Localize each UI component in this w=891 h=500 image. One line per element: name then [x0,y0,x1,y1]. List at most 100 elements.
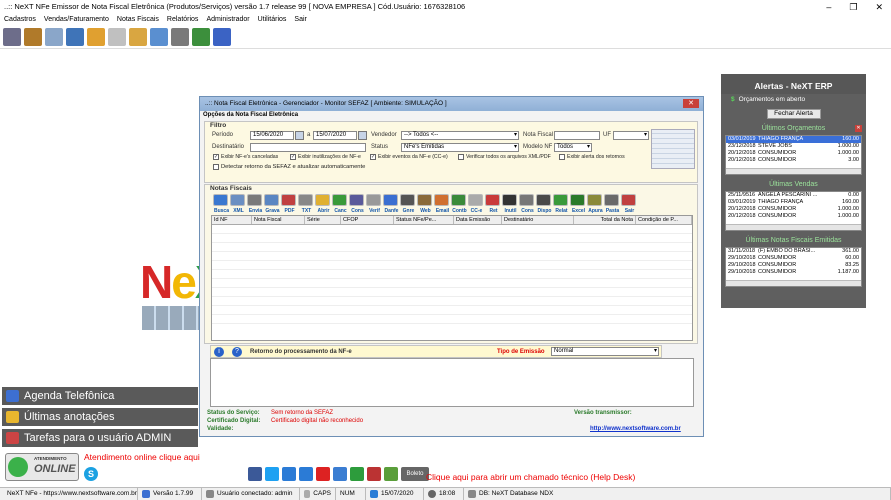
action-xml-icon[interactable] [230,194,245,206]
destinatario-field[interactable] [250,143,366,152]
action-label[interactable]: Canc [332,208,349,214]
action-pdf-icon[interactable] [281,194,296,206]
dialog-close-button[interactable]: ✕ [683,99,699,108]
col-cfop[interactable]: CFOP [341,216,394,224]
twitter-icon[interactable] [265,467,279,481]
table-row[interactable] [212,315,692,324]
boleto-icon[interactable]: Boleto [401,467,429,481]
chk-detectar[interactable]: Detectar retorno da SEFAZ e atualizar au… [213,164,365,170]
action-txt-icon[interactable] [298,194,313,206]
chk-inutilizacoes[interactable]: ✓ Exibir inutilizações de NF-e [290,154,361,160]
help-desk-link[interactable]: Clique aqui para abrir um chamado técnic… [426,472,635,482]
action-email-icon[interactable] [434,194,449,206]
atendimento-online-link[interactable]: Atendimento online clique aqui [84,452,200,462]
action-envia-icon[interactable] [247,194,262,206]
action-label[interactable]: Web [417,208,434,214]
action-label[interactable]: TXT [298,208,315,214]
table-row[interactable] [212,261,692,270]
list-item[interactable]: 23/12/2018 STEVE JOBS 1.000.00 [726,143,861,150]
chart-icon[interactable] [192,27,210,46]
action-excel-icon[interactable] [570,194,585,206]
col-data-emissao[interactable]: Data Emissão [454,216,502,224]
help-icon[interactable] [213,27,231,46]
action-cons-icon[interactable] [519,194,534,206]
col-total[interactable]: Total da Nota [574,216,636,224]
horizontal-scrollbar[interactable] [726,224,861,230]
table-row[interactable] [212,288,692,297]
action-canc-icon[interactable] [332,194,347,206]
action-abrir-icon[interactable] [315,194,330,206]
action-sair-icon[interactable] [621,194,636,206]
action-pasta-icon[interactable] [604,194,619,206]
table-row[interactable] [212,270,692,279]
action-busca-icon[interactable] [213,194,228,206]
table-row[interactable] [212,297,692,306]
action-label[interactable]: Verif [366,208,383,214]
maximize-button[interactable]: ❐ [849,0,857,14]
network-icon[interactable] [299,467,313,481]
nfe-icon[interactable] [150,27,168,46]
table-row[interactable] [212,234,692,243]
minimize-button[interactable]: – [826,0,831,14]
action-apura-icon[interactable] [587,194,602,206]
col-destinatario[interactable]: Destinatário [502,216,574,224]
document-icon[interactable] [108,27,126,46]
action-label[interactable]: Danfe [383,208,400,214]
table-row[interactable] [212,306,692,315]
menu-sair[interactable]: Sair [294,14,306,25]
chat-bubble-icon[interactable] [333,467,347,481]
delivery-icon[interactable] [24,27,42,46]
list-item[interactable]: 20/12/2018 CONSUMIDOR 1.000.00 [726,150,861,157]
close-icon[interactable]: ✕ [855,125,862,132]
list-item[interactable]: 03/01/2019 THIAGO FRANÇA 160.00 [726,136,861,143]
skype-icon[interactable]: S [84,467,98,481]
action-label[interactable]: Gnre [400,208,417,214]
action-label[interactable]: Sair [621,208,638,214]
tarefas-panel[interactable]: Tarefas para o usuário ADMIN [2,429,198,447]
nota-fiscal-field[interactable] [554,131,600,140]
retorno-text-area[interactable] [210,358,694,407]
col-nota-fiscal[interactable]: Nota Fiscal [252,216,305,224]
list-item[interactable]: 29/10/2018 CONSUMIDOR 83.25 [726,262,861,269]
menu-vendas[interactable]: Vendas/Faturamento [44,14,109,25]
menu-notas-fiscais[interactable]: Notas Fiscais [117,14,159,25]
table-row[interactable] [212,252,692,261]
agenda-telefonica-panel[interactable]: Agenda Telefônica [2,387,198,405]
list-item[interactable]: 31/11/2018 (F) EMBO DO BRASI... 361.00 [726,248,861,255]
action-label[interactable]: CC-e [468,208,485,214]
table-row[interactable] [212,243,692,252]
chk-eventos[interactable]: ✓ Exibir eventos da NF-e (CC-e) [370,154,448,160]
box-icon[interactable] [129,27,147,46]
chk-alerta[interactable]: Exibir alerta dos retornos [559,154,625,160]
action-label[interactable]: Cons [349,208,366,214]
action-verif-icon[interactable] [366,194,381,206]
action-label[interactable]: Dispo [536,208,553,214]
action-contb-icon[interactable] [451,194,466,206]
action-label[interactable]: Envia [247,208,264,214]
action-label[interactable]: Grava [264,208,281,214]
vendedor-select[interactable]: --> Todos <-- [401,131,519,140]
horizontal-scrollbar[interactable] [726,168,861,174]
list-item[interactable]: 03/01/2019 THIAGO FRANÇA 160.00 [726,199,861,206]
menu-administrador[interactable]: Administrador [206,14,249,25]
action-label[interactable]: Pasta [604,208,621,214]
date-from-field[interactable]: 15/06/2020 [250,131,294,140]
atendimento-online-badge[interactable]: ATENDIMENTO ONLINE [5,453,79,481]
calculator-icon[interactable] [45,27,63,46]
users-icon[interactable] [3,27,21,46]
col-serie[interactable]: Série [305,216,341,224]
action-grava-icon[interactable] [264,194,279,206]
chk-canceladas[interactable]: ✓ Exibir NF-e's canceladas [213,154,278,160]
action-label[interactable]: Ret [485,208,502,214]
tipo-emissao-select[interactable]: Normal [551,347,659,356]
download-icon[interactable] [384,467,398,481]
modelo-select[interactable]: Todos [554,143,592,152]
status-select[interactable]: NFe's Emitidas [401,143,519,152]
disk-icon[interactable] [66,27,84,46]
calendar-from-icon[interactable] [295,131,304,140]
date-to-field[interactable]: 15/07/2020 [313,131,357,140]
action-cce-icon[interactable] [468,194,483,206]
action-label[interactable]: Apura [587,208,604,214]
help-icon[interactable]: ? [232,347,242,357]
action-web-icon[interactable] [417,194,432,206]
